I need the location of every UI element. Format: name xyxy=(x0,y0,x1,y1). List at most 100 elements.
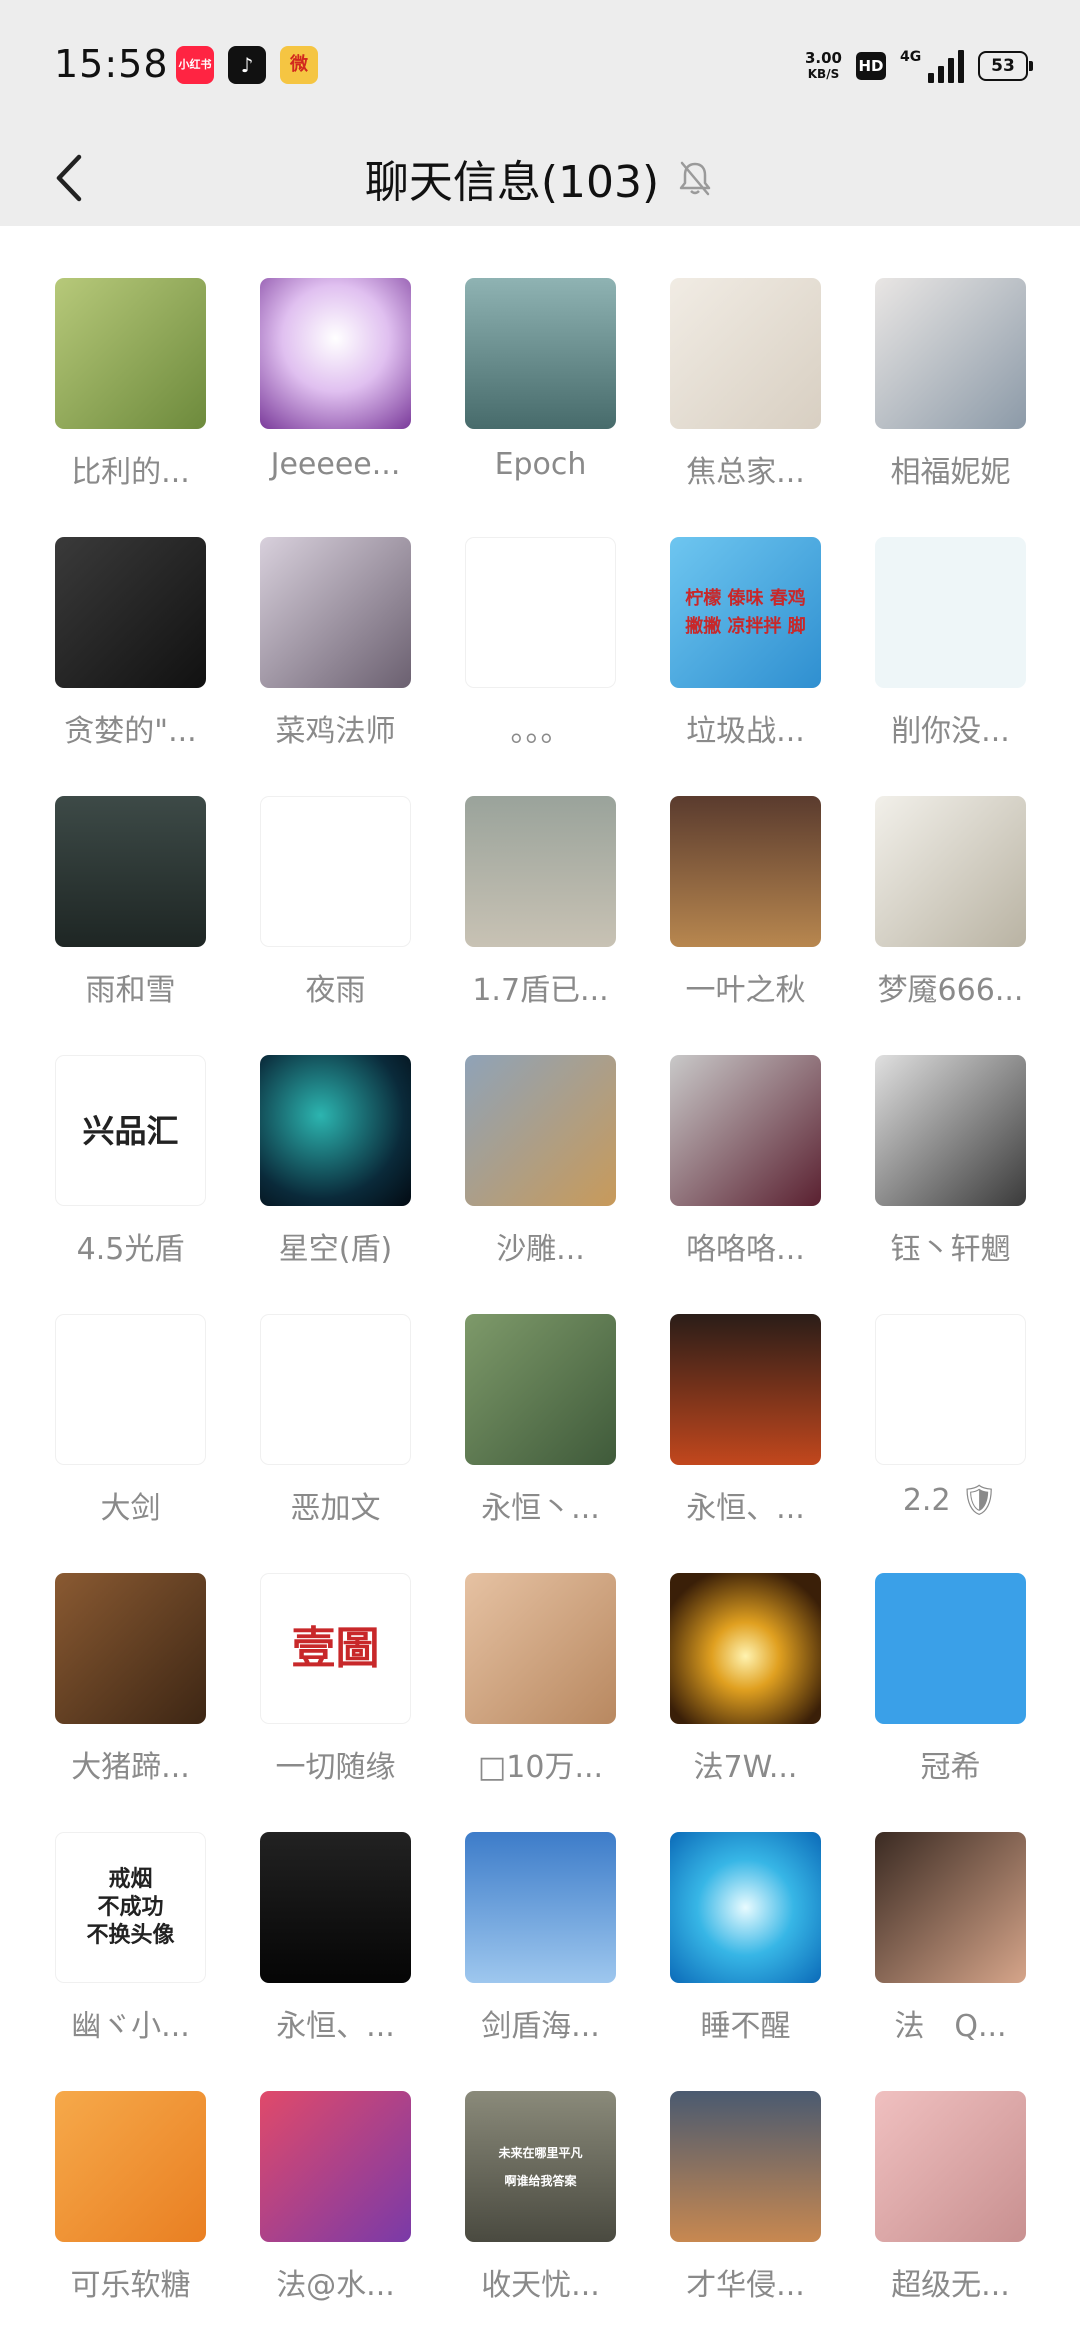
patrick-star-avatar[interactable] xyxy=(875,1573,1026,1724)
no-smoking-avatar[interactable]: 戒烟 不成功 不换头像 xyxy=(55,1832,206,1983)
member-item[interactable]: 可乐软糖 xyxy=(28,2091,233,2350)
member-item[interactable]: 削你没... xyxy=(848,537,1053,796)
network-speed: 3.00 KB/S xyxy=(805,50,842,82)
couple-cartoon-avatar[interactable] xyxy=(55,2091,206,2242)
lucky-mouse-avatar[interactable] xyxy=(55,1314,206,1465)
street-avatar[interactable]: 未来在哪里平凡 啊谁给我答案 xyxy=(465,2091,616,2242)
member-name: 一叶之秋 xyxy=(685,973,806,1008)
food-sign-avatar[interactable]: 柠檬 傣味 春鸡 撇撇 凉拌拌 脚 xyxy=(670,537,821,688)
silhouette-avatar[interactable] xyxy=(260,278,411,429)
beast-avatar[interactable] xyxy=(55,1573,206,1724)
member-item[interactable]: 法 Q... xyxy=(848,1832,1053,2091)
member-item[interactable]: 1.7盾已... xyxy=(438,796,643,1055)
beads-avatar[interactable] xyxy=(670,278,821,429)
member-item[interactable]: 贪婪的"... xyxy=(28,537,233,796)
member-item[interactable]: □10万... xyxy=(438,1573,643,1832)
member-item[interactable]: 沙雕... xyxy=(438,1055,643,1314)
shiba-dog-avatar[interactable] xyxy=(465,1055,616,1206)
sun-hand-avatar[interactable] xyxy=(670,1573,821,1724)
page-title: 聊天信息(103) xyxy=(364,157,660,208)
water-earth-avatar[interactable] xyxy=(670,1832,821,1983)
avatar-text: 柠檬 傣味 春鸡 撇撇 凉拌拌 脚 xyxy=(685,587,806,637)
girl-avatar[interactable] xyxy=(875,278,1026,429)
member-name: 焦总家... xyxy=(686,455,805,490)
member-item[interactable]: 超级无... xyxy=(848,2091,1053,2350)
hero-silhouette-avatar[interactable] xyxy=(670,2091,821,2242)
car-man-avatar[interactable] xyxy=(55,537,206,688)
soldier-avatar[interactable] xyxy=(875,796,1026,947)
member-item[interactable]: 才华侵... xyxy=(643,2091,848,2350)
member-item[interactable]: Jeeeee... xyxy=(233,278,438,537)
member-item[interactable]: 恶加文 xyxy=(233,1314,438,1573)
member-item[interactable]: 大猪蹄... xyxy=(28,1573,233,1832)
cards-avatar[interactable] xyxy=(465,1314,616,1465)
member-item[interactable]: 雨和雪 xyxy=(28,796,233,1055)
member-name: 冠希 xyxy=(920,1750,981,1785)
member-item[interactable]: 星空(盾) xyxy=(233,1055,438,1314)
member-item[interactable]: 剑盾海... xyxy=(438,1832,643,2091)
member-item[interactable]: 焦总家... xyxy=(643,278,848,537)
member-name: 幽ヾ小... xyxy=(71,2009,190,2044)
joker-avatar[interactable] xyxy=(875,537,1026,688)
member-name: Jeeeee... xyxy=(270,447,401,482)
member-name: 永恒丶... xyxy=(481,1491,600,1526)
member-name: □10万... xyxy=(477,1750,604,1785)
member-item[interactable]: 大剑 xyxy=(28,1314,233,1573)
member-item[interactable]: 柠檬 傣味 春鸡 撇撇 凉拌拌 脚垃圾战... xyxy=(643,537,848,796)
xiaohongshu-app-icon: 小红书 xyxy=(176,46,214,84)
member-item[interactable]: 法7W... xyxy=(643,1573,848,1832)
jerry-mouse-avatar[interactable] xyxy=(875,2091,1026,2242)
red-seal-avatar[interactable]: 壹圖 xyxy=(260,1573,411,1724)
member-item[interactable]: 一叶之秋 xyxy=(643,796,848,1055)
member-item[interactable]: 菜鸡法师 xyxy=(233,537,438,796)
xingpinhui-logo-avatar[interactable]: 兴品汇 xyxy=(55,1055,206,1206)
member-name: 2.2 🛡 xyxy=(902,1483,999,1518)
member-item[interactable]: 夜雨 xyxy=(233,796,438,1055)
avatar-text: 兴品汇 xyxy=(82,1111,179,1150)
member-item[interactable]: 2.2 🛡 xyxy=(848,1314,1053,1573)
member-name: 夜雨 xyxy=(305,973,366,1008)
anime-girl-avatar[interactable] xyxy=(260,2091,411,2242)
anime-boy-avatar[interactable] xyxy=(875,1314,1026,1465)
member-item[interactable]: 戒烟 不成功 不换头像幽ヾ小... xyxy=(28,1832,233,2091)
member-item[interactable]: 永恒、... xyxy=(643,1314,848,1573)
couple-bridge-avatar[interactable] xyxy=(465,796,616,947)
member-item[interactable]: 比利的... xyxy=(28,278,233,537)
boy-selfie-avatar[interactable] xyxy=(670,1055,821,1206)
member-item[interactable]: 钰丶轩魍 xyxy=(848,1055,1053,1314)
masked-boy-avatar[interactable] xyxy=(875,1055,1026,1206)
member-item[interactable]: 咯咯咯... xyxy=(643,1055,848,1314)
member-item[interactable]: 未来在哪里平凡 啊谁给我答案 收天忧... xyxy=(438,2091,643,2350)
member-name: 睡不醒 xyxy=(700,2009,791,2044)
member-item[interactable]: 壹圖 一切随缘 xyxy=(233,1573,438,1832)
member-item[interactable]: 冠希 xyxy=(848,1573,1053,1832)
member-item[interactable]: Epoch xyxy=(438,278,643,537)
diver-avatar[interactable] xyxy=(465,1832,616,1983)
member-item[interactable]: 相福妮妮 xyxy=(848,278,1053,537)
member-item[interactable]: 法@水... xyxy=(233,2091,438,2350)
douyin-app-icon: ♪ xyxy=(228,46,266,84)
antler-hat-avatar[interactable] xyxy=(260,1314,411,1465)
glasses-hamster-avatar[interactable] xyxy=(465,1573,616,1724)
wolf-cartoon-avatar[interactable] xyxy=(260,796,411,947)
member-item[interactable]: 梦魇666... xyxy=(848,796,1053,1055)
frog-kid-avatar[interactable] xyxy=(55,278,206,429)
anime-star-avatar[interactable] xyxy=(260,537,411,688)
landscape-avatar[interactable] xyxy=(465,278,616,429)
network-type: 4G xyxy=(900,49,922,65)
back-girl-avatar[interactable] xyxy=(55,796,206,947)
member-name: 一切随缘 xyxy=(275,1750,396,1785)
qr-code-avatar[interactable] xyxy=(465,537,616,688)
lying-girl-avatar[interactable] xyxy=(875,1832,1026,1983)
robot-fire-avatar[interactable] xyxy=(670,1314,821,1465)
sunset-tree-avatar[interactable] xyxy=(670,796,821,947)
suit-man-avatar[interactable] xyxy=(260,1832,411,1983)
member-item[interactable]: 永恒、... xyxy=(233,1832,438,2091)
member-item[interactable]: 兴品汇 4.5光盾 xyxy=(28,1055,233,1314)
member-item[interactable]: 。。。 xyxy=(438,537,643,796)
member-name: 比利的... xyxy=(71,455,190,490)
member-item[interactable]: 永恒丶... xyxy=(438,1314,643,1573)
nebula-avatar[interactable] xyxy=(260,1055,411,1206)
member-item[interactable]: 睡不醒 xyxy=(643,1832,848,2091)
member-name: 沙雕... xyxy=(496,1232,585,1267)
